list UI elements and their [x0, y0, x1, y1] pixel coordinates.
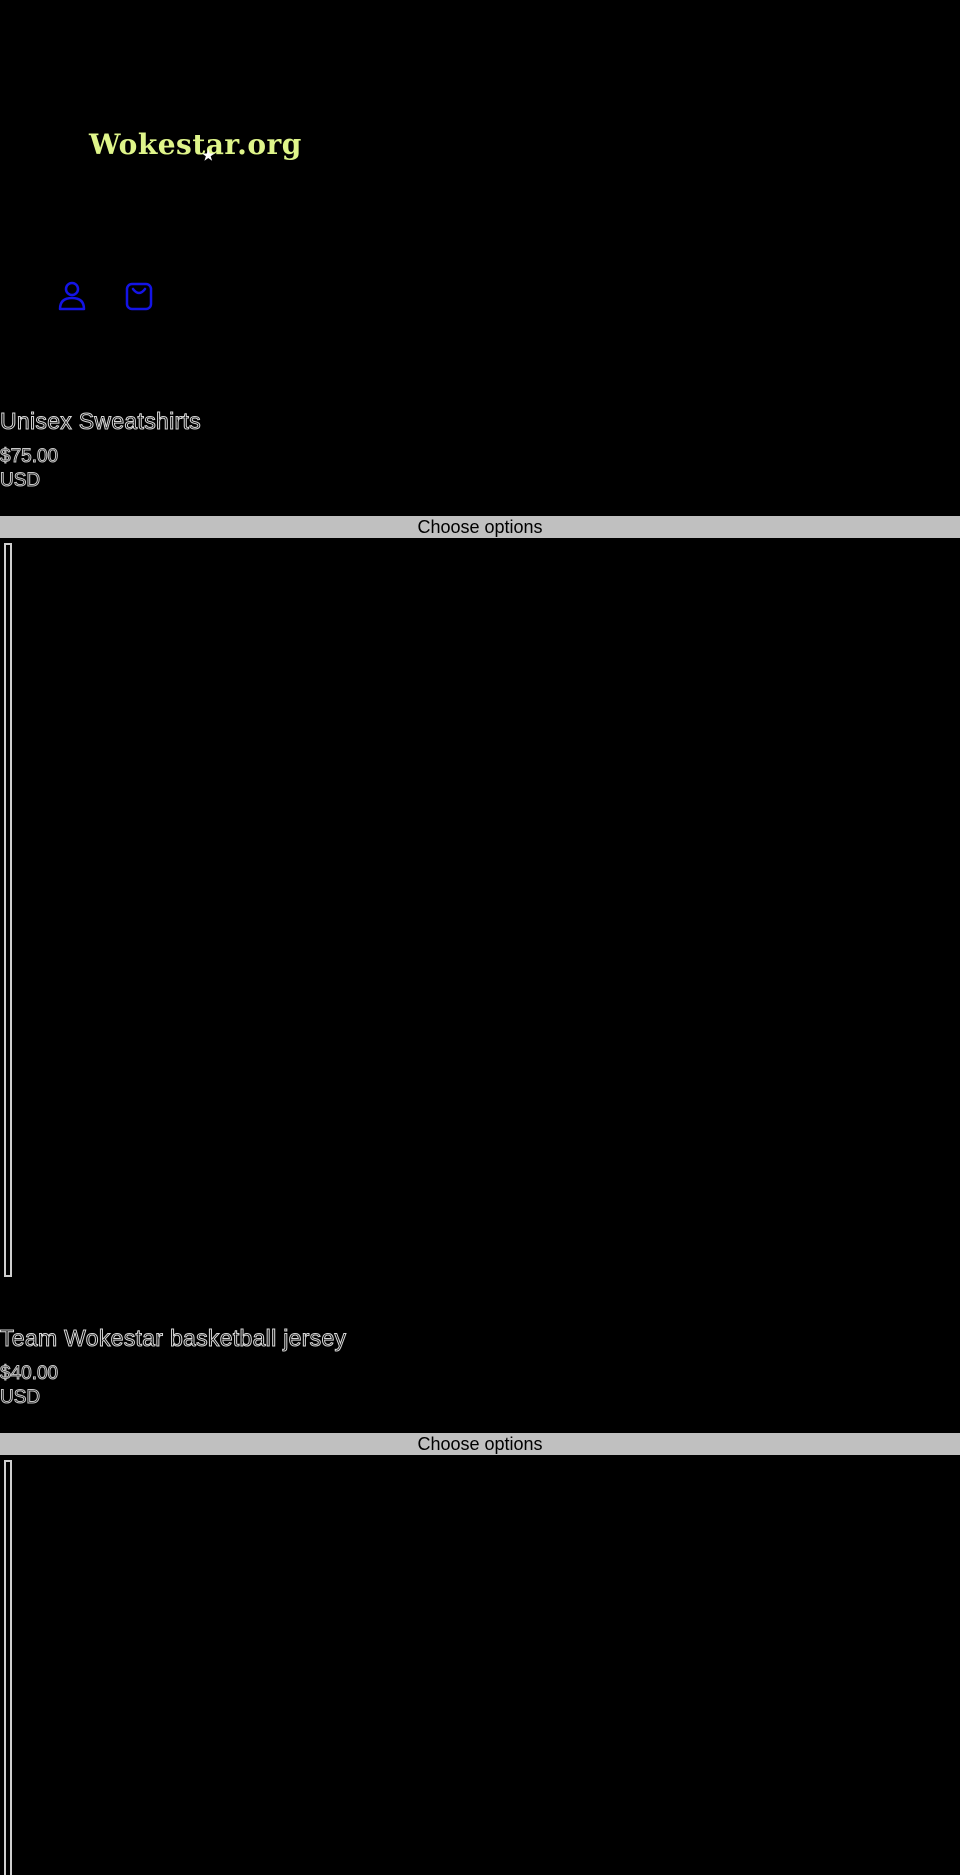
product-currency: USD: [0, 470, 41, 492]
logo-text: Wokestar.org: [89, 128, 302, 161]
account-button[interactable]: [56, 278, 88, 312]
site-logo[interactable]: Wokestar.org ★: [89, 128, 302, 164]
product-image-frame: [4, 1460, 12, 1875]
choose-options-button[interactable]: Choose options: [0, 516, 960, 538]
product-price: $40.00: [0, 1363, 59, 1385]
choose-options-button[interactable]: Choose options: [0, 1433, 960, 1455]
product-price: $75.00: [0, 446, 59, 468]
product-title[interactable]: Team Wokestar basketball jersey: [0, 1325, 347, 1352]
account-icon: [58, 281, 86, 311]
product-currency: USD: [0, 1387, 41, 1409]
cart-button[interactable]: [123, 278, 155, 312]
shopping-bag-icon: [125, 282, 153, 311]
star-icon: ★: [202, 148, 216, 164]
product-title[interactable]: Unisex Sweatshirts: [0, 408, 201, 435]
page: Wokestar.org ★ Unisex Sweatshirts $75.00…: [0, 0, 960, 1875]
product-image-frame: [4, 543, 12, 1277]
